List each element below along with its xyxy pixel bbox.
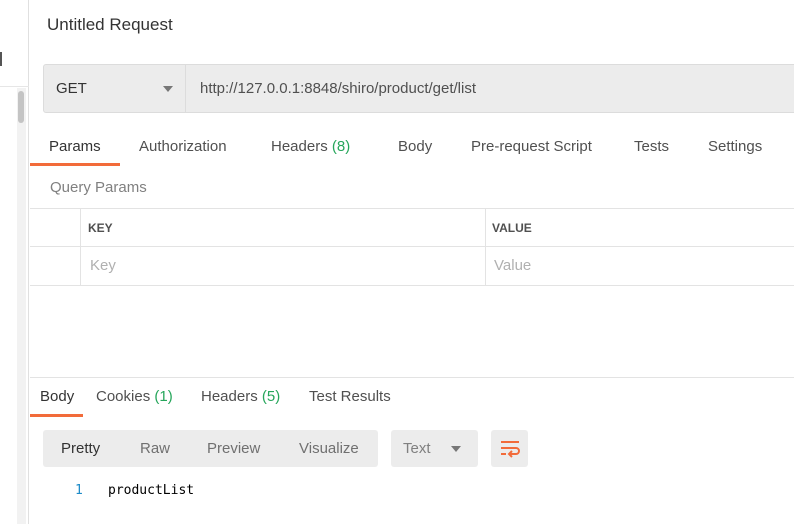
column-divider (485, 208, 486, 285)
view-preview-button[interactable]: Preview (207, 440, 260, 457)
sidebar-scrollbar[interactable] (17, 88, 26, 524)
column-divider (80, 208, 81, 285)
response-tab-headers[interactable]: Headers (5) (201, 388, 280, 405)
tab-pre-request-script[interactable]: Pre-request Script (471, 138, 592, 155)
active-tab-indicator (30, 163, 120, 166)
url-input[interactable]: http://127.0.0.1:8848/shiro/product/get/… (200, 80, 476, 97)
method-select[interactable]: GET (43, 64, 186, 113)
table-border (30, 246, 794, 247)
sidebar-scrollbar-thumb[interactable] (18, 91, 24, 123)
table-border (30, 208, 794, 209)
active-response-tab-indicator (30, 414, 83, 417)
tab-headers[interactable]: Headers (8) (271, 138, 350, 155)
line-number: 1 (75, 483, 83, 498)
tab-tests[interactable]: Tests (634, 138, 669, 155)
tab-label: Test Results (309, 388, 391, 405)
view-visualize-button[interactable]: Visualize (299, 440, 359, 457)
tab-label: Headers (271, 138, 328, 155)
value-input[interactable]: Value (494, 257, 531, 274)
request-title[interactable]: Untitled Request (47, 15, 173, 35)
tab-label: Tests (634, 138, 670, 155)
tab-count: (8) (331, 138, 351, 155)
response-tab-body[interactable]: Body (40, 388, 74, 405)
tab-label: Headers (201, 388, 258, 405)
tab-label: Cookies (96, 388, 151, 405)
response-tab-cookies[interactable]: Cookies (1) (96, 388, 173, 405)
tab-label: Settings (708, 138, 763, 155)
view-pretty-button[interactable]: Pretty (61, 440, 100, 457)
response-body-line[interactable]: productList (108, 483, 194, 498)
table-border (30, 285, 794, 286)
tab-label: Authorization (139, 138, 227, 155)
key-input[interactable]: Key (90, 257, 116, 274)
tab-label: Body (40, 388, 75, 405)
sidebar-text-fragment (0, 52, 2, 66)
tab-body[interactable]: Body (398, 138, 432, 155)
response-divider[interactable] (30, 377, 794, 378)
tab-count: (5) (261, 388, 281, 405)
tab-params[interactable]: Params (49, 138, 101, 155)
view-raw-button[interactable]: Raw (140, 440, 170, 457)
tab-count: (1) (154, 388, 173, 405)
column-header-value: VALUE (492, 221, 532, 235)
wrap-lines-icon (501, 441, 520, 458)
sidebar-divider (0, 86, 29, 87)
caret-down-icon (451, 446, 461, 452)
method-label: GET (56, 80, 87, 97)
tab-label: Pre-request Script (471, 138, 592, 155)
column-header-key: KEY (88, 221, 113, 235)
tab-label: Params (49, 138, 101, 155)
format-label: Text (403, 440, 431, 457)
query-params-title: Query Params (50, 179, 147, 196)
tab-label: Body (398, 138, 433, 155)
format-select[interactable]: Text (391, 430, 478, 467)
wrap-lines-button[interactable] (491, 430, 528, 467)
tab-authorization[interactable]: Authorization (139, 138, 227, 155)
tab-settings[interactable]: Settings (708, 138, 762, 155)
caret-down-icon (163, 86, 173, 92)
response-tab-test-results[interactable]: Test Results (309, 388, 391, 405)
